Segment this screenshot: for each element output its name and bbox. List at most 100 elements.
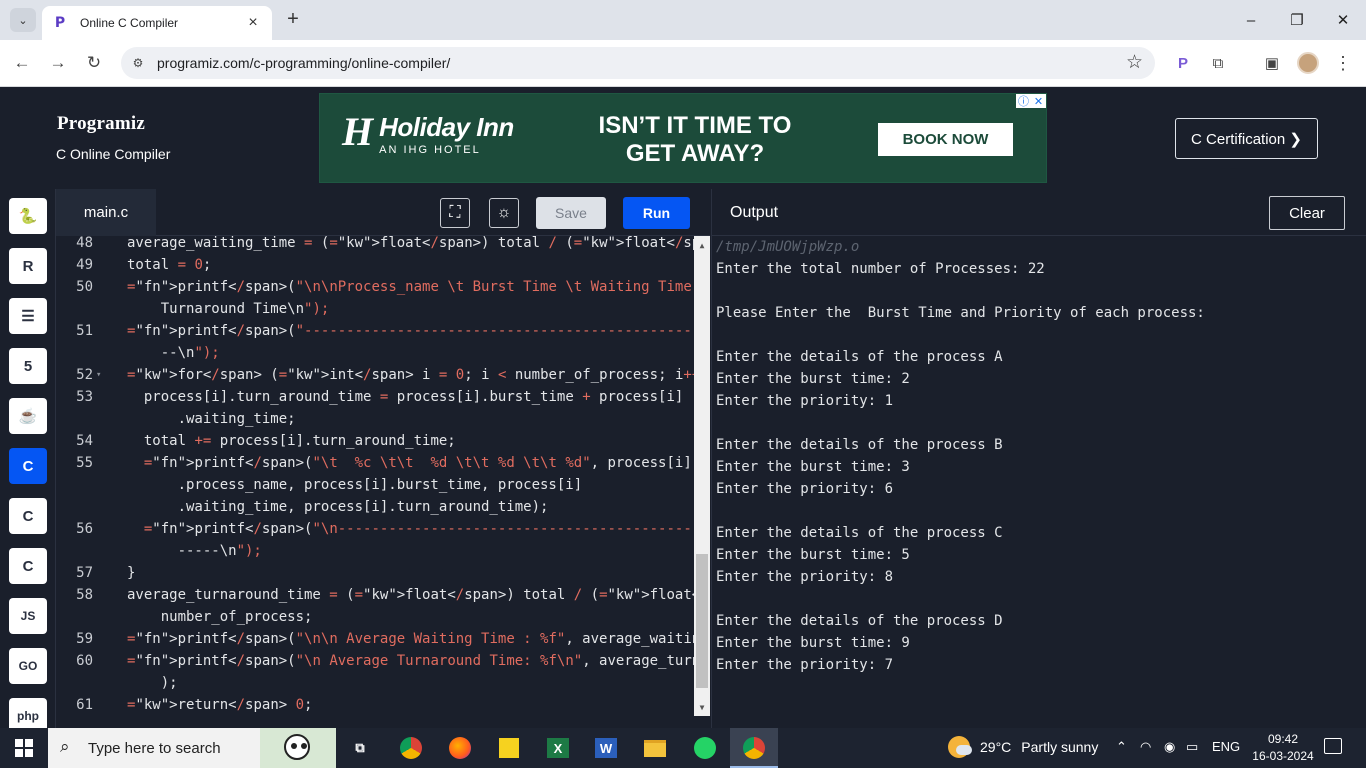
battery-icon[interactable]: ▭ [1186,739,1198,755]
code-line[interactable]: ="kw">for</span> (="kw">int</span> i = 0… [127,364,710,386]
code-line[interactable]: .process_name, process[i].burst_time, pr… [127,474,583,496]
browser-menu-icon[interactable]: ⋮ [1332,52,1354,74]
theme-toggle-sun-icon[interactable]: ☼ [489,198,519,228]
go-icon[interactable]: GO [9,648,47,684]
word-taskbar-icon[interactable]: W [591,733,621,763]
file-explorer-taskbar-icon[interactable] [640,733,670,763]
scroll-up-arrow-icon[interactable]: ▲ [694,238,710,252]
extensions-puzzle-icon[interactable]: ⧉ [1207,52,1229,74]
task-view-icon[interactable]: ⧉ [345,733,375,763]
search-highlight-panda-icon[interactable] [260,728,336,768]
firefox-taskbar-icon[interactable] [445,733,475,763]
taskbar-search-box[interactable]: ⌕ Type here to search [48,728,336,768]
notification-center-icon[interactable] [1324,738,1342,754]
ad-close-icon[interactable]: ✕ [1031,94,1046,108]
code-line[interactable]: ="fn">printf</span>("\n-----------------… [127,518,710,540]
programiz-logo[interactable]: Programiz [57,113,145,135]
holiday-inn-logo-icon: H [342,109,374,154]
extension-icon[interactable]: P [1172,52,1194,74]
c-certification-button[interactable]: C Certification ❯ [1175,118,1318,159]
code-line[interactable]: ); [127,672,178,694]
code-line[interactable]: .waiting_time; [127,408,296,430]
fullscreen-icon[interactable]: ⛶ [440,198,470,228]
bookmark-star-icon[interactable]: ☆ [1126,51,1143,74]
tab-search-icon[interactable]: ⌄ [10,8,36,32]
ad-book-now-button[interactable]: BOOK NOW [878,123,1013,156]
maximize-button[interactable]: ❐ [1274,0,1320,40]
url-field[interactable]: ⚙ programiz.com/c-programming/online-com… [121,47,1155,79]
code-editor[interactable]: 48 49 50 51 52 ▾ 53 54 55 56 57 58 59 60 61 average_wa… [56,236,710,728]
code-line[interactable]: -----\n"); [127,540,262,562]
side-panel-icon[interactable]: ▣ [1261,52,1283,74]
close-window-button[interactable]: ✕ [1320,0,1366,40]
js-icon[interactable]: JS [9,598,47,634]
page-title: C Online Compiler [56,146,171,162]
output-line: Enter the burst time: 3 [716,459,910,475]
output-console[interactable]: /tmp/JmUOWjpWzp.o Enter the total number… [711,236,1366,728]
code-line[interactable]: ="fn">printf</span>("\t %c \t\t %d \t\t … [127,452,692,474]
ad-info-icon[interactable]: ⓘ [1016,94,1031,108]
whatsapp-taskbar-icon[interactable] [690,733,720,763]
windows-start-icon[interactable] [0,728,48,768]
html5-icon[interactable]: 5 [9,348,47,384]
line-number: 60 [76,653,93,669]
code-line[interactable]: number_of_process; [127,606,313,628]
sticky-notes-taskbar-icon[interactable] [494,733,524,763]
ad-choices[interactable]: ⓘ ✕ [1016,94,1046,108]
save-button[interactable]: Save [536,197,606,229]
database-icon[interactable]: ☰ [9,298,47,334]
weather-description: Partly sunny [1021,739,1099,755]
close-tab-icon[interactable]: × [244,14,262,32]
reload-icon[interactable]: ↻ [81,50,107,76]
chrome-active-taskbar-icon[interactable] [730,728,778,768]
forward-arrow-icon[interactable]: → [45,50,71,76]
run-button[interactable]: Run [623,197,690,229]
scroll-down-arrow-icon[interactable]: ▼ [694,700,710,714]
java-icon[interactable]: ☕ [9,398,47,434]
python-icon[interactable]: 🐍 [9,198,47,234]
minimize-button[interactable]: – [1228,0,1274,40]
output-line: Enter the details of the process D [716,613,1003,629]
code-line[interactable]: ="fn">printf</span>("\n\n Average Waitin… [127,628,710,650]
fold-chevron-icon[interactable]: ▾ [96,364,101,386]
code-line[interactable]: ="kw">return</span> 0; [127,694,312,716]
scrollbar-thumb[interactable] [696,554,708,688]
code-line[interactable]: total += process[i].turn_around_time; [127,430,456,452]
code-line[interactable]: total = 0; [127,254,211,276]
code-line[interactable]: ="fn">printf</span>("-------------------… [127,320,710,342]
line-number: 52 [76,367,93,383]
output-line: Enter the burst time: 5 [716,547,910,563]
code-line[interactable]: ="fn">printf</span>("\n Average Turnarou… [127,650,710,672]
wifi-icon[interactable]: ◠ [1140,739,1151,755]
code-line[interactable]: process[i].turn_around_time = process[i]… [127,386,684,408]
r-icon[interactable]: R [9,248,47,284]
url-text[interactable]: programiz.com/c-programming/online-compi… [157,55,450,71]
code-line[interactable]: average_waiting_time = (="kw">float</spa… [127,236,710,254]
new-tab-button[interactable]: + [282,8,304,30]
code-line[interactable]: average_turnaround_time = (="kw">float</… [127,584,710,606]
csharp-icon[interactable]: C [9,548,47,584]
code-line[interactable]: } [127,562,135,584]
weather-widget[interactable]: 29°C Partly sunny [948,736,1098,758]
profile-avatar[interactable] [1297,52,1319,74]
code-line[interactable]: Turnaround Time\n"); [127,298,330,320]
advertisement-banner[interactable]: H Holiday Inn AN IHG HOTEL ISN’T IT TIME… [319,93,1047,183]
volume-icon[interactable]: ◉ [1164,739,1175,755]
c-icon[interactable]: C [9,448,47,484]
cpp-icon[interactable]: C [9,498,47,534]
site-info-icon[interactable]: ⚙ [129,54,147,72]
show-hidden-icons-chevron-icon[interactable]: ⌃ [1116,739,1127,755]
clear-button[interactable]: Clear [1269,196,1345,230]
code-line[interactable]: .waiting_time, process[i].turn_around_ti… [127,496,549,518]
chrome-taskbar-icon[interactable] [396,733,426,763]
code-line[interactable]: --\n"); [127,342,220,364]
editor-scrollbar[interactable]: ▲ ▼ [694,236,710,716]
taskbar-clock[interactable]: 09:42 16-03-2024 [1248,731,1318,765]
browser-tab[interactable]: P Online C Compiler × [42,6,272,40]
language-indicator[interactable]: ENG [1212,739,1240,754]
file-tab-main-c[interactable]: main.c [56,189,156,236]
excel-taskbar-icon[interactable]: X [543,733,573,763]
code-line[interactable]: ="fn">printf</span>("\n\nProcess_name \t… [127,276,710,298]
back-arrow-icon[interactable]: ← [9,50,35,76]
line-number: 56 [76,521,93,537]
